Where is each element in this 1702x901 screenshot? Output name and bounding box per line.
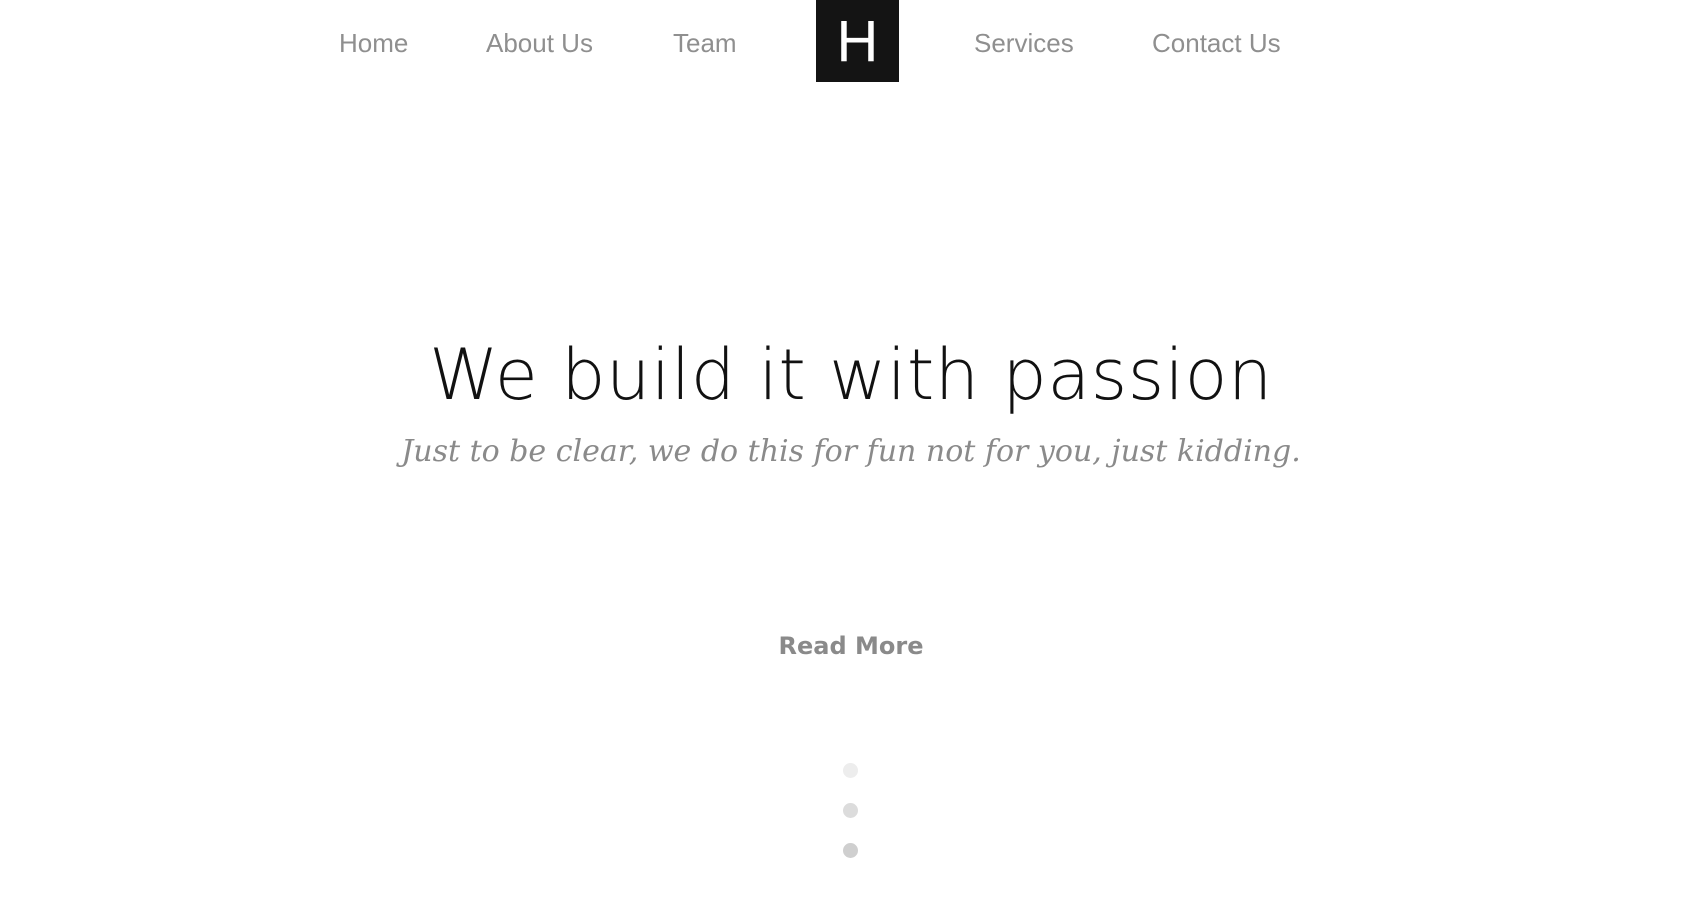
logo-letter: H	[836, 9, 879, 74]
nav-contact-us-link[interactable]: Contact Us	[1152, 27, 1281, 59]
hero-subtitle: Just to be clear, we do this for fun not…	[401, 434, 1301, 469]
hero-title: We build it with passion	[429, 334, 1273, 416]
top-navigation: Home About Us Team H Services Contact Us	[0, 0, 1702, 82]
slide-indicator	[843, 763, 859, 883]
nav-home-link[interactable]: Home	[339, 27, 408, 59]
slide-dot-2[interactable]	[843, 803, 858, 818]
read-more-container: Read More	[0, 628, 1702, 664]
slide-dot-1[interactable]	[843, 763, 858, 778]
nav-services-link[interactable]: Services	[974, 27, 1074, 59]
slide-dot-3[interactable]	[843, 843, 858, 858]
read-more-button[interactable]: Read More	[779, 632, 924, 660]
nav-about-us-link[interactable]: About Us	[486, 27, 593, 59]
nav-team-link[interactable]: Team	[673, 27, 737, 59]
site-logo[interactable]: H	[816, 0, 899, 82]
